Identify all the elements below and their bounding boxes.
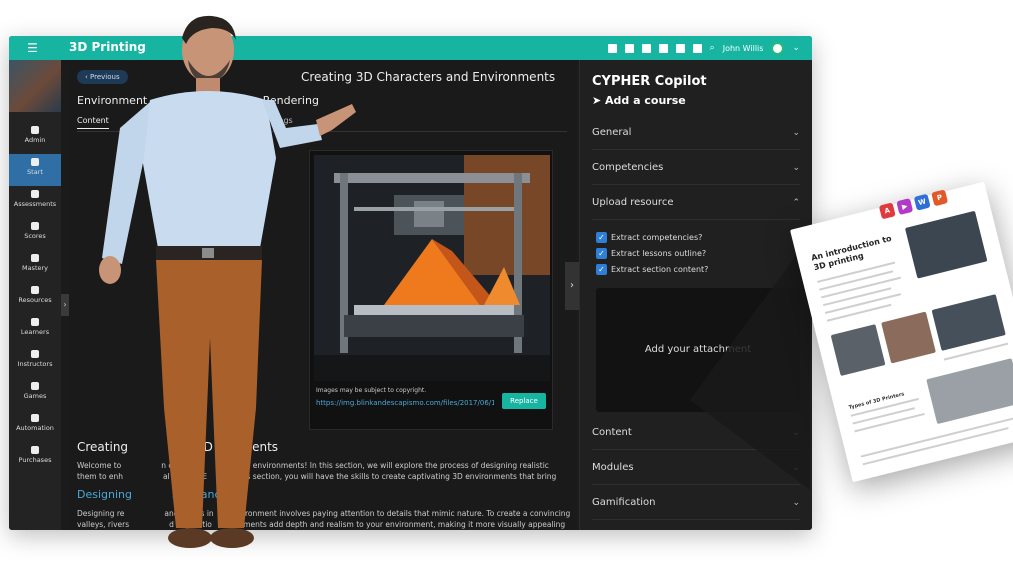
sidebar-item-assessments[interactable]: Assessments	[9, 186, 61, 218]
copilot-toggle-handle[interactable]: ›	[565, 262, 579, 310]
copilot-subtitle: ➤ Add a course	[592, 94, 686, 107]
document-photo	[931, 294, 1006, 351]
sidebar-item-label: Games	[23, 392, 47, 400]
text-line	[854, 412, 925, 433]
document-preview: A ▶ W P An introduction to 3D printing T…	[790, 181, 1013, 483]
chevron-up-icon: ⌃	[792, 198, 800, 208]
document-title: An introduction to 3D printing	[810, 233, 893, 273]
section-label: Modules	[592, 462, 634, 473]
document-photo	[830, 324, 886, 377]
course-thumbnail	[9, 60, 61, 112]
send-icon	[31, 158, 39, 166]
help-icon[interactable]	[692, 43, 702, 53]
gear-icon	[31, 126, 39, 134]
users-icon	[31, 350, 39, 358]
mail-icon[interactable]	[607, 43, 617, 53]
acrobat-icon: A	[878, 202, 896, 220]
sidebar-item-purchases[interactable]: Purchases	[9, 442, 61, 474]
sidebar-item-mastery[interactable]: Mastery	[9, 250, 61, 282]
checkbox-label: Extract competencies?	[611, 233, 703, 242]
grid-icon	[31, 286, 39, 294]
notification-icon[interactable]	[624, 43, 634, 53]
sidebar-item-label: Assessments	[13, 200, 57, 208]
chevron-down-icon: ⌄	[792, 163, 800, 173]
checkbox-checked-icon[interactable]: ✓	[596, 248, 607, 259]
word-icon: W	[913, 193, 931, 211]
sidebar-item-label: Mastery	[21, 264, 49, 272]
video-icon: ▶	[896, 198, 914, 216]
document-photo	[881, 311, 936, 364]
sidebar-item-label: Purchases	[18, 456, 52, 464]
presenter-figure	[99, 15, 356, 548]
sidebar-item-start[interactable]: Start	[9, 154, 61, 186]
section-label: General	[592, 127, 632, 138]
table-icon	[31, 222, 39, 230]
clipboard-icon	[31, 190, 39, 198]
sidebar-item-automation[interactable]: Automation	[9, 410, 61, 442]
section-label: Upload resource	[592, 197, 674, 208]
cart-icon	[31, 446, 39, 454]
trophy-icon	[31, 382, 39, 390]
calendar-icon[interactable]	[641, 43, 651, 53]
text-line	[862, 427, 1009, 466]
user-name[interactable]: John Willis	[723, 44, 764, 53]
trash-icon[interactable]	[658, 43, 668, 53]
sidebar-item-instructors[interactable]: Instructors	[9, 346, 61, 378]
sidebar-item-learners[interactable]: Learners	[9, 314, 61, 346]
bar-chart-icon	[31, 254, 39, 262]
sidebar-item-label: Admin	[24, 136, 46, 144]
send-icon: ➤	[592, 94, 606, 107]
section-competencies[interactable]: Competencies ⌄	[592, 151, 800, 185]
sidebar-item-label: Scores	[24, 232, 46, 240]
automation-icon	[31, 414, 39, 422]
sidebar: Admin Start Assessments Scores Mastery R…	[9, 60, 61, 530]
sidebar-item-admin[interactable]: Admin	[9, 122, 61, 154]
sidebar-item-label: Instructors	[17, 360, 53, 368]
chevron-down-icon[interactable]: ⌄	[792, 43, 800, 53]
text-line	[826, 303, 892, 322]
hamburger-menu-icon[interactable]: ☰	[27, 41, 41, 55]
document-shadow	[690, 250, 810, 490]
replace-button[interactable]: Replace	[502, 393, 546, 409]
sidebar-item-games[interactable]: Games	[9, 378, 61, 410]
sidebar-item-scores[interactable]: Scores	[9, 218, 61, 250]
powerpoint-icon: P	[931, 189, 949, 207]
copilot-title: CYPHER Copilot	[592, 74, 707, 89]
checkbox-extract-competencies[interactable]: ✓ Extract competencies?	[596, 232, 702, 244]
chevron-down-icon: ⌄	[792, 128, 800, 138]
user-icon	[31, 318, 39, 326]
document-photo	[904, 210, 988, 279]
stage: ☰ 3D Printing ⌕ John Willis ⌄ Admin Star…	[0, 0, 1013, 565]
sidebar-item-resources[interactable]: Resources	[9, 282, 61, 314]
document-photo	[926, 358, 1013, 425]
sidebar-toggle-handle[interactable]: ›	[61, 294, 69, 316]
sidebar-item-label: Start	[27, 168, 43, 176]
cart-icon[interactable]	[675, 43, 685, 53]
search-icon[interactable]: ⌕	[710, 43, 715, 53]
section-label: Gamification	[592, 497, 656, 508]
section-label: Competencies	[592, 162, 664, 173]
section-label: Content	[592, 427, 632, 438]
toolbar-icons: ⌕ John Willis ⌄	[607, 40, 800, 56]
section-upload-resource[interactable]: Upload resource ⌃	[592, 186, 800, 220]
section-general[interactable]: General ⌄	[592, 116, 800, 150]
sidebar-item-label: Learners	[20, 328, 50, 336]
copilot-subtitle-text: Add a course	[605, 94, 686, 107]
checkbox-checked-icon[interactable]: ✓	[596, 232, 607, 243]
avatar[interactable]	[771, 41, 785, 55]
sidebar-item-label: Automation	[16, 424, 54, 432]
sidebar-item-label: Resources	[18, 296, 52, 304]
checkbox-checked-icon[interactable]: ✓	[596, 264, 607, 275]
